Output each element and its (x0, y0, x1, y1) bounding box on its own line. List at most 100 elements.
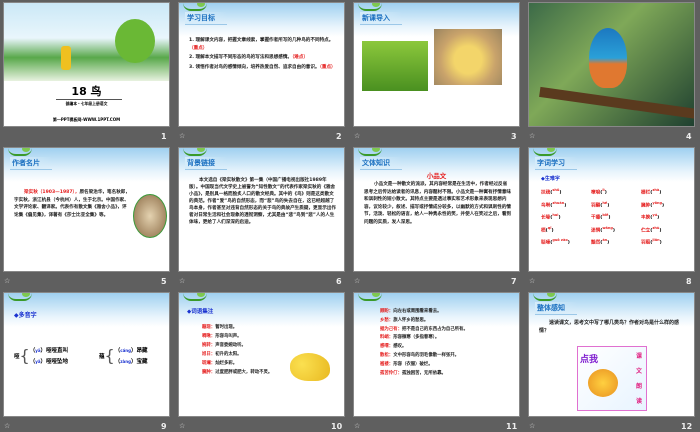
slide-transition-icon[interactable]: ☆ (354, 277, 360, 285)
vocab-word: 嘹唳(lì) (591, 188, 607, 196)
vocab-word: 羽翦(jiǎn) (641, 238, 662, 246)
example-word: 昂藏 (136, 348, 148, 354)
slide-transition-icon[interactable]: ☆ (179, 422, 185, 430)
vocab-word: 臃肿(yōng) (641, 200, 665, 209)
slide-8[interactable]: 字词学习 ◆生难字 扶疏(shū) 嘹唳(lì) 栅栏(zhà) 鸟啭(zhuàn) 羽… (528, 147, 695, 272)
slide-transition-icon[interactable]: ☆ (529, 422, 535, 430)
section-heading: 小品文 (426, 172, 447, 180)
read-aloud-char: 朗 (635, 383, 642, 390)
glossary-entry: 据为己有：把不是自己的东西占为自己所有。 (380, 326, 511, 335)
pinyin: yú (652, 213, 658, 218)
term: 感喟： (380, 344, 394, 350)
pinyin: zhà (652, 188, 660, 192)
slide-transition-icon[interactable]: ☆ (4, 422, 10, 430)
goal-note: （重点） (319, 64, 336, 70)
pinyin: yā (35, 348, 41, 353)
goal-note: （重点） (189, 45, 208, 51)
slide-12[interactable]: 整体感知 速读课文，思考文中写了哪几类鸟？作者对鸟是什么样的感情？ 点我 课文朗… (528, 292, 695, 417)
word: 羽翮 (591, 203, 601, 209)
slide-number: 3 (511, 132, 517, 141)
slide-7[interactable]: 文体知识 小品文 小品文是一种散文的流派，其内容经常是在生活中，作者经过反省思考… (353, 147, 520, 272)
pinyin: zhù (652, 225, 660, 230)
slide-4[interactable] (528, 2, 695, 127)
word: 羽翦 (641, 240, 651, 246)
term: 料峭： (380, 335, 394, 341)
glossary-entry: 蹦现：暂时出现。 (202, 323, 336, 332)
slide-2[interactable]: 学习目标 1. 理解课文内容，把握文章线索，掌握作者所写的几种鸟的不同特点。 （重… (178, 2, 345, 127)
slide-transition-icon[interactable]: ☆ (179, 132, 185, 140)
vocab-word: 栅栏(zhà) (641, 188, 662, 196)
slide-transition-icon[interactable]: ☆ (179, 277, 185, 285)
slide-1[interactable]: 18 鸟 部编本・七年级上册语文 第一PPT模板网-WWW.1PPT.COM (3, 2, 170, 127)
vocab-word: 聒噪(guō zào) (541, 238, 570, 246)
slide-number: 6 (336, 277, 342, 286)
background-text: 本文选自《梁实秋散文》第一集（中国广播电视出版社1989年版）。中国现当代文学史… (189, 178, 337, 225)
slide-number: 12 (681, 422, 693, 431)
pinyin: yōng (652, 200, 662, 205)
author-name: 梁实秋（1903—1987）， (24, 190, 80, 195)
slide-transition-icon[interactable]: ☆ (354, 422, 360, 430)
glossary-entry: 啁啾：形容鸟叫声。 (202, 332, 336, 341)
slide-number: 7 (511, 277, 517, 286)
question-text: 速读课文，思考文中写了哪几类鸟？作者对鸟是什么样的感情？ (539, 320, 680, 334)
vocab-word: 丰腴(yú) (641, 213, 660, 221)
pinyin: wǎng (602, 225, 613, 230)
slide-9[interactable]: ◆多音字 哑{（yā）哑哑直叫 （yǎ）哑哑坠地 蕴{（cáng）昂藏 （zàng）宝… (3, 292, 170, 417)
section-heading: ◆生难字 (541, 176, 560, 182)
slide-number: 5 (161, 277, 167, 286)
kingfisher-photo (589, 28, 627, 88)
term: 孤苦伶仃： (380, 370, 402, 376)
slide-tag: 新课导入 (360, 12, 402, 25)
pinyin: cáng (120, 348, 131, 353)
definition: 把不是自己的东西占为自己所有。 (401, 326, 468, 332)
term: 乡愁： (380, 317, 394, 323)
definition: 形容微寒（多指春寒）。 (393, 335, 440, 341)
slide-transition-icon[interactable]: ☆ (529, 277, 535, 285)
slide-tag: 学习目标 (185, 12, 227, 25)
slide-10[interactable]: ◆词语集注 蹦现：暂时出现。 啁啾：形容鸟叫声。 婉转：声音委婉动听。 旭日：初升的太… (178, 292, 345, 417)
word: 栖 (541, 228, 546, 234)
polyphone-group: 哑{（yā）哑哑直叫 （yǎ）哑哑坠地 (14, 346, 69, 365)
read-aloud-button[interactable]: 点我 课文朗读 (577, 346, 647, 411)
bird-photo (362, 41, 428, 91)
glossary-entry: 散松：文中形容鸟的羽毛像散一样张开。 (380, 352, 511, 361)
example-word: 哑哑直叫 (46, 348, 69, 354)
slide-tag: 字词学习 (535, 157, 577, 170)
pinyin: zàng (120, 359, 131, 364)
glossary-entry: 感喟：感叹。 (380, 343, 511, 352)
goal-note: （难点） (292, 55, 309, 61)
term: 臃肿： (202, 370, 216, 375)
slide-number: 2 (336, 132, 342, 141)
slide-3[interactable]: 新课导入 (353, 2, 520, 127)
example-word: 哑哑坠地 (46, 359, 69, 365)
term: 蹦现： (202, 325, 216, 330)
pinyin: huì (552, 213, 559, 218)
cartoon-bird (290, 353, 330, 381)
word: 迷惘 (591, 228, 601, 234)
author-portrait (133, 194, 167, 238)
vocab-word: 伫立(zhù) (641, 225, 662, 234)
definition: 声音委婉动听。 (215, 343, 246, 348)
slide-subtitle: 部编本・七年级上册语文 (65, 101, 108, 106)
gramophone-icon (588, 369, 618, 397)
slide-6[interactable]: 背景链接 本文选自《梁实秋散文》第一集（中国广播电视出版社1989年版）。中国现… (178, 147, 345, 272)
slide-transition-icon[interactable]: ☆ (4, 277, 10, 285)
word: 聒噪 (541, 240, 551, 246)
word: 长喙 (541, 215, 551, 221)
slide-11[interactable]: 顾盼：向左右或周围看来看去。 乡愁：旅人怀乡的愁思。 据为己有：把不是自己的东西占为… (353, 292, 520, 417)
word: 鸟啭 (541, 203, 551, 209)
tree-icon (115, 19, 155, 63)
definition: 形容鸟叫声。 (215, 334, 242, 339)
slide-5[interactable]: 作者名片 梁实秋（1903—1987），原名梁治华，笔名秋郎，字实秋，浙江杭县（… (3, 147, 170, 272)
vocab-word: 羽翮(hé) (591, 200, 610, 209)
definition: 初升的太阳。 (215, 352, 242, 357)
pinyin: àn (602, 238, 608, 243)
read-aloud-char: 文 (635, 368, 642, 375)
chick-photo (434, 29, 502, 85)
pinyin: zhuàn (552, 200, 565, 205)
slide-transition-icon[interactable]: ☆ (529, 132, 535, 140)
pinyin: biě (602, 213, 609, 218)
slide-transition-icon[interactable]: ☆ (354, 132, 360, 140)
slide-tag: 文体知识 (360, 157, 402, 170)
branch (539, 86, 694, 120)
